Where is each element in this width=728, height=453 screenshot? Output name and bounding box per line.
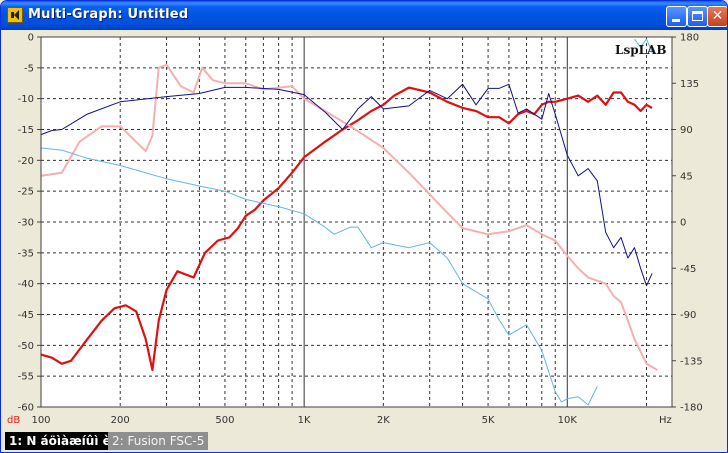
right-tick-label: -135	[680, 356, 703, 367]
x-tick-label: 2K	[377, 415, 390, 426]
graph-tab-1[interactable]: 1: N áöìàæíûì è	[5, 432, 115, 450]
x-tick-label: 10K	[558, 415, 578, 426]
left-tick-label: -45	[18, 310, 34, 321]
right-axis-ticks: 180 135 90 45 0 -45 -90 -135 -180	[672, 33, 703, 414]
left-axis-ticks: 0 -5 -10 -15 -20 -25 -30 -35 -40 -45 -50 -55 -60	[18, 33, 41, 414]
right-tick-label: 180	[680, 33, 699, 44]
minimize-button[interactable]	[666, 6, 687, 27]
close-icon: ✕	[711, 8, 724, 24]
left-tick-label: -5	[24, 63, 34, 74]
left-tick-label: -25	[18, 187, 34, 198]
right-tick-label: 135	[680, 79, 699, 90]
window-title: Multi-Graph: Untitled	[28, 7, 189, 22]
title-bar[interactable]: Multi-Graph: Untitled ✕	[1, 1, 727, 30]
right-tick-label: -45	[680, 264, 696, 275]
minimize-icon	[672, 19, 680, 22]
left-tick-label: -50	[18, 341, 34, 352]
hz-unit-label: Hz	[659, 415, 672, 426]
left-tick-label: -10	[18, 94, 34, 105]
multi-graph-window: Multi-Graph: Untitled ✕ 0 -5 -10 -15 -20 -25 -…	[0, 0, 728, 453]
right-tick-label: -90	[680, 310, 696, 321]
left-tick-label: -55	[18, 372, 34, 383]
maximize-button[interactable]	[687, 6, 708, 27]
lsplab-brand: LspLAB	[615, 43, 666, 57]
x-tick-label: 5K	[482, 415, 495, 426]
x-axis-ticks: 100 200 500 1K 2K 5K 10K	[31, 415, 577, 426]
graph-area[interactable]: 0 -5 -10 -15 -20 -25 -30 -35 -40 -45 -50 -55 -60 180…	[1, 31, 727, 428]
right-tick-label: 90	[680, 125, 693, 136]
frequency-response-chart[interactable]: 0 -5 -10 -15 -20 -25 -30 -35 -40 -45 -50 -55 -60 180…	[1, 31, 727, 428]
status-bar: 1: N áöìàæíûì è 2: Fusion FSC-5	[1, 430, 727, 452]
left-tick-label: -20	[18, 156, 34, 167]
speaker-icon[interactable]	[7, 7, 23, 23]
left-tick-label: -30	[18, 218, 34, 229]
left-tick-label: -15	[18, 125, 34, 136]
x-tick-label: 500	[215, 415, 234, 426]
db-unit-label: dB	[7, 415, 20, 426]
right-tick-label: 45	[680, 171, 693, 182]
close-button[interactable]: ✕	[707, 6, 727, 27]
x-tick-label: 200	[111, 415, 130, 426]
right-tick-label: 0	[680, 218, 686, 229]
left-tick-label: 0	[28, 33, 34, 44]
x-tick-label: 1K	[298, 415, 311, 426]
maximize-icon	[692, 11, 703, 21]
right-tick-label: -180	[680, 403, 703, 414]
left-tick-label: -40	[18, 279, 34, 290]
left-tick-label: -35	[18, 248, 34, 259]
x-tick-label: 100	[31, 415, 50, 426]
graph-tab-2[interactable]: 2: Fusion FSC-5	[108, 432, 209, 450]
left-tick-label: -60	[18, 403, 34, 414]
